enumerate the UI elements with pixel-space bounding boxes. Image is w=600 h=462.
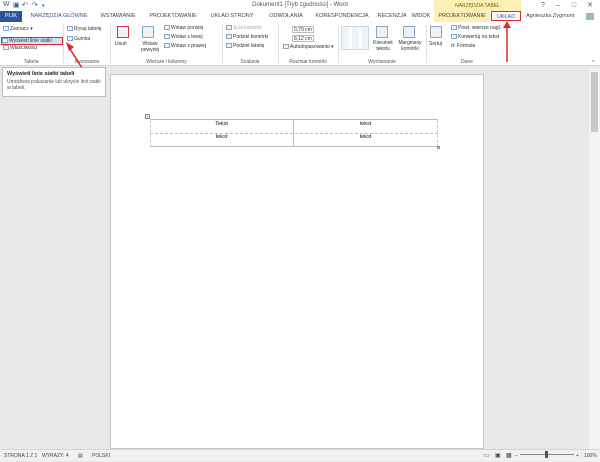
table-cell[interactable]: tekst [294,134,437,140]
red-arrow-head [503,21,511,28]
word-count[interactable]: WYRAZY: 4 [42,450,69,462]
print-layout-icon[interactable]: ▣ [495,450,501,462]
tooltip-title: Wyświetl linie siatki tabeli [7,71,75,77]
proofing-icon[interactable]: ▤ [78,450,83,462]
table-gridline [437,120,438,147]
page-count[interactable]: STRONA 1 Z 1 [4,450,37,462]
language[interactable]: POLSKI [92,450,110,462]
table-cell[interactable]: Tekst [150,121,293,127]
red-arrow-head [66,42,74,51]
vertical-scrollbar[interactable] [589,68,600,449]
zoom-slider-thumb[interactable] [545,451,548,458]
web-layout-icon[interactable]: ▦ [506,450,512,462]
status-bar: STRONA 1 Z 1 WYRAZY: 4 ▤ POLSKI ▭ ▣ ▦ – … [0,449,600,461]
table-resize-handle-icon[interactable] [437,146,440,149]
zoom-in-icon[interactable]: + [576,450,579,462]
scrollbar-thumb[interactable] [591,72,598,132]
tooltip-body: Umożliwia pokazanie lub ukrycie linii si… [7,79,101,91]
tooltip: Wyświetl linie siatki tabeli Umożliwia p… [2,67,106,97]
read-mode-icon[interactable]: ▭ [484,450,490,462]
zoom-level[interactable]: 100% [584,450,597,462]
table-cell[interactable]: tekst [150,134,293,140]
zoom-out-icon[interactable]: – [515,450,518,462]
document-table[interactable]: Tekst tekst tekst tekst [150,119,438,147]
table-cell[interactable]: tekst [294,121,437,127]
